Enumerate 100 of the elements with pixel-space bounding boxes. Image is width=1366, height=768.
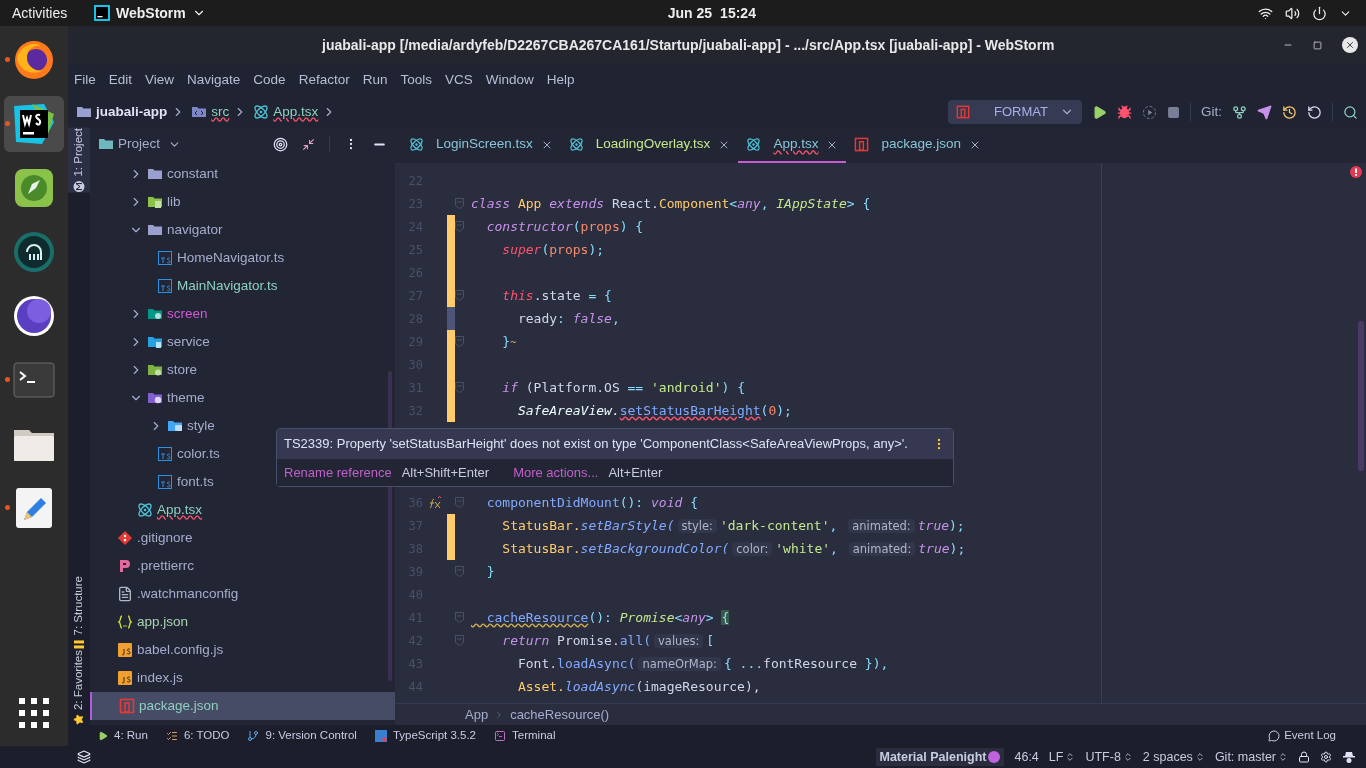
breadcrumb-item[interactable]: App — [465, 704, 489, 725]
status-widget[interactable]: Git: master — [1214, 747, 1288, 767]
tree-item[interactable]: theme — [90, 384, 395, 412]
tree-item[interactable]: .gitignore — [90, 524, 395, 552]
power-icon[interactable] — [1312, 5, 1327, 21]
quick-fix-link[interactable]: More actions... — [513, 463, 599, 483]
fold-marker-icon[interactable] — [455, 566, 464, 577]
rollback-icon[interactable] — [1307, 104, 1322, 120]
quick-fix-link[interactable]: Rename reference — [284, 463, 392, 483]
coverage-icon[interactable] — [1142, 104, 1157, 120]
breadcrumb-item[interactable]: juabali-app — [76, 101, 168, 123]
event-log-button[interactable]: Event Log — [1268, 726, 1336, 745]
activities-button[interactable]: Activities — [12, 2, 94, 24]
close-button[interactable] — [1342, 37, 1358, 53]
wifi-icon[interactable] — [1258, 5, 1273, 21]
tree-item[interactable]: MainNavigator.ts — [90, 272, 395, 300]
editor-tab[interactable]: LoadingOverlay.tsx — [560, 128, 739, 163]
status-widget[interactable]: LF — [1048, 747, 1076, 767]
menu-item[interactable]: Code — [253, 69, 286, 91]
search-icon[interactable] — [1343, 104, 1358, 120]
clock-label[interactable]: 15:24 — [720, 2, 756, 24]
tree-item[interactable]: constant — [90, 160, 395, 188]
menu-item[interactable]: File — [74, 69, 96, 91]
tool-window-button[interactable]: 6: TODO — [165, 726, 230, 745]
debug-icon[interactable] — [1117, 104, 1132, 120]
tool-window-tab[interactable]: 7: Structure — [68, 576, 90, 650]
status-widget[interactable]: 2 spaces — [1142, 747, 1205, 767]
caret-position[interactable]: 46:4 — [1014, 747, 1039, 767]
settings-icon[interactable] — [1320, 751, 1332, 763]
menu-item[interactable]: View — [145, 69, 175, 91]
maximize-icon[interactable] — [1313, 40, 1322, 50]
tree-item[interactable]: app.json — [90, 608, 395, 636]
code-line: componentDidMount(): void { — [485, 493, 698, 512]
fold-marker-icon[interactable] — [455, 382, 464, 393]
tool-window-tab[interactable]: 2: Favorites — [68, 649, 90, 725]
code-line: constructor(props) { — [485, 217, 644, 236]
breadcrumb-item[interactable]: cacheResource() — [510, 704, 610, 725]
fold-marker-icon[interactable] — [455, 635, 464, 646]
menu-item[interactable]: Refactor — [298, 69, 350, 91]
menu-item[interactable]: Tools — [400, 69, 432, 91]
tree-item[interactable]: service — [90, 328, 395, 356]
tree-item[interactable]: index.js — [90, 664, 395, 692]
project-icon — [73, 180, 85, 193]
menu-item[interactable]: VCS — [444, 69, 473, 91]
fold-marker-icon[interactable] — [455, 221, 464, 232]
run-configuration-dropdown[interactable]: FORMAT — [948, 100, 1082, 124]
editor-tab[interactable]: package.json — [846, 128, 989, 163]
menu-item[interactable]: Edit — [108, 69, 133, 91]
history-icon[interactable] — [1282, 104, 1297, 120]
locate-icon[interactable] — [273, 136, 288, 152]
fold-marker-icon[interactable] — [455, 497, 464, 508]
menu-item[interactable]: Navigate — [187, 69, 241, 91]
fold-marker-icon[interactable] — [455, 612, 464, 623]
breadcrumb-item[interactable]: src — [191, 101, 230, 123]
tree-item[interactable]: store — [90, 356, 395, 384]
dock-item[interactable] — [4, 96, 64, 152]
running-indicator — [5, 505, 10, 510]
lock-icon[interactable] — [1298, 751, 1310, 763]
tree-item[interactable]: lib — [90, 188, 395, 216]
theme-indicator[interactable]: Material Palenight — [875, 747, 1005, 767]
tool-window-button[interactable]: TypeScript 3.5.2 — [374, 726, 476, 745]
tool-window-button[interactable]: Terminal — [494, 726, 556, 745]
tree-item[interactable]: screen — [90, 300, 395, 328]
layers-icon[interactable] — [77, 750, 91, 764]
webstorm-icon — [12, 102, 56, 146]
update-project-icon[interactable] — [1232, 104, 1247, 120]
menu-item[interactable]: Help — [546, 69, 575, 91]
typescript-file-icon — [157, 474, 173, 490]
error-indicator-icon[interactable] — [1350, 166, 1362, 178]
push-icon[interactable] — [1257, 104, 1272, 120]
collapse-icon[interactable] — [302, 137, 315, 151]
date-label[interactable]: Jun 25 — [667, 2, 713, 24]
app-grid-icon[interactable] — [19, 698, 49, 728]
fold-marker-icon[interactable] — [455, 290, 464, 301]
fold-marker-icon[interactable] — [455, 198, 464, 209]
tree-item[interactable]: package.json — [90, 692, 395, 720]
project-view-dropdown[interactable]: Project — [98, 133, 182, 155]
tool-window-tab[interactable]: 1: Project — [68, 128, 90, 193]
branch-icon — [247, 729, 260, 742]
fold-marker-icon[interactable] — [455, 336, 464, 347]
tree-item[interactable]: .watchmanconfig — [90, 580, 395, 608]
run-icon[interactable] — [1092, 104, 1107, 120]
inspector-icon[interactable] — [1342, 750, 1356, 764]
tree-item[interactable]: navigator — [90, 216, 395, 244]
breadcrumb-item[interactable]: App.tsx — [253, 101, 319, 123]
code-line: if (Platform.OS == 'android') { — [501, 378, 745, 397]
tree-item[interactable]: babel.config.js — [90, 636, 395, 664]
stop-icon[interactable] — [1167, 105, 1180, 119]
app-menu[interactable]: WebStorm — [94, 2, 206, 24]
status-widget[interactable]: UTF-8 — [1085, 747, 1133, 767]
tree-item[interactable]: .prettierrc — [90, 552, 395, 580]
menu-item[interactable]: Window — [485, 69, 534, 91]
editor-tab[interactable]: LoginScreen.tsx — [401, 128, 561, 163]
tree-item[interactable]: HomeNavigator.ts — [90, 244, 395, 272]
tree-item[interactable]: App.tsx — [90, 496, 395, 524]
webstorm-icon — [94, 5, 110, 21]
volume-icon[interactable] — [1285, 5, 1300, 21]
menu-item[interactable]: Run — [362, 69, 388, 91]
tool-window-button[interactable]: 4: Run — [98, 726, 148, 745]
tool-window-button[interactable]: 9: Version Control — [247, 726, 357, 745]
